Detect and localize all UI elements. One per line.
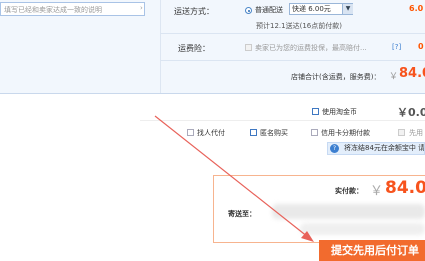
divider: [160, 33, 425, 34]
shipping-option-label: 普通配送: [255, 6, 283, 14]
divider: [140, 120, 425, 121]
address-redacted: [272, 204, 425, 219]
shipping-label: 运送方式：: [174, 7, 214, 16]
info-icon: ?: [330, 144, 339, 153]
band-divider: [160, 0, 161, 93]
installment-label: 信用卡分期付款: [321, 129, 370, 137]
pay-later-checkbox[interactable]: [398, 129, 405, 136]
shipping-price: 6.0: [409, 4, 424, 13]
address-redacted: [300, 223, 425, 235]
taojinbi-value: ￥0.0: [397, 106, 425, 119]
insurance-help-link[interactable]: [?]: [392, 43, 401, 51]
insurance-label: 运费险：: [178, 44, 210, 53]
insurance-text: 卖家已为您的运费投保，最高赔付...: [255, 44, 367, 52]
freeze-info-text: 将冻结84元在余额宝中 请: [344, 144, 425, 152]
submit-order-label: 提交先用后付订单: [331, 244, 419, 257]
store-total-currency: ￥: [389, 72, 399, 82]
note-arrow-icon: ›: [140, 4, 143, 12]
shipping-estimate: 预计12.1送达(16点前付款): [256, 22, 342, 30]
shipping-radio[interactable]: [245, 7, 252, 14]
divider: [160, 60, 425, 61]
store-total-amount: 84.0: [399, 66, 425, 81]
divider: [0, 93, 425, 94]
installment-checkbox[interactable]: [311, 129, 318, 136]
insurance-checkbox[interactable]: [245, 44, 252, 51]
taojinbi-checkbox[interactable]: [312, 108, 319, 115]
ship-to-label: 寄送至：: [228, 210, 256, 218]
seller-note-input[interactable]: 填写已经和卖家达成一致的说明: [0, 2, 145, 16]
anonymous-label: 匿名购买: [260, 129, 288, 137]
anonymous-checkbox[interactable]: [250, 129, 257, 136]
payment-amount: 84.00: [385, 178, 425, 198]
taojinbi-label: 使用淘金币: [322, 108, 357, 116]
shipping-select-value: 快递 6.00元: [292, 5, 331, 13]
pay-for-me-label: 找人代付: [197, 129, 225, 137]
store-total-label: 店铺合计(含运费，服务费)：: [291, 73, 381, 81]
payment-currency: ￥: [370, 184, 384, 199]
pay-for-me-checkbox[interactable]: [187, 129, 194, 136]
chevron-down-icon[interactable]: ▼: [342, 4, 353, 14]
insurance-price: 0: [418, 42, 424, 51]
pay-later-label: 先用: [409, 129, 423, 137]
freeze-info-banner: 将冻结84元在余额宝中 请: [327, 142, 425, 155]
payment-label: 实付款：: [335, 187, 363, 195]
